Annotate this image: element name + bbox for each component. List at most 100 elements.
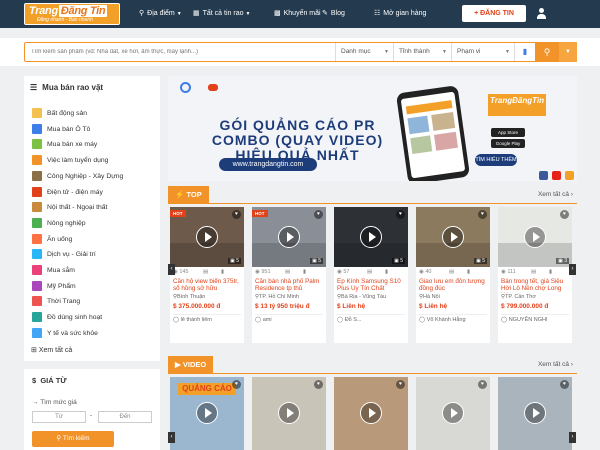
app-store-badge[interactable]: App Store (491, 128, 525, 137)
listing-title[interactable]: Căn hộ view biển 375tr, sổ hồng sở hữu (173, 278, 241, 293)
listing-user[interactable]: ◯ Võ Khánh Hằng (419, 317, 466, 323)
listing-image[interactable]: ♥ ▣ 5 (334, 207, 408, 267)
google-play-badge[interactable]: Google Play (491, 139, 525, 148)
listing-title[interactable]: Bán trong tết, giá Siêu Hời Lô Nền chợ L… (501, 278, 569, 293)
heart-icon[interactable]: ♥ (560, 210, 569, 219)
eye-icon: ◉ (419, 269, 424, 275)
video-thumbnail[interactable]: ♥ (416, 377, 490, 450)
video-card[interactable]: ♥ (252, 377, 326, 450)
video-thumbnail[interactable]: ♥ (334, 377, 408, 450)
carousel-next-arrow[interactable]: › (569, 264, 576, 275)
top-see-all-link[interactable]: Xem tất cả › (538, 191, 573, 198)
price-to-input[interactable]: Đến (98, 411, 152, 423)
heart-icon[interactable]: ♥ (314, 210, 323, 219)
price-search-button[interactable]: ⚲ Tìm kiếm (32, 431, 114, 447)
video-card[interactable]: ♥ (416, 377, 490, 450)
sidebar-category-item[interactable]: Mỹ Phẩm (32, 280, 76, 292)
price-from-input[interactable]: Từ (32, 411, 86, 423)
play-icon[interactable] (278, 226, 300, 248)
video-card[interactable]: ♥ (334, 377, 408, 450)
listing-card[interactable]: ♥ ▣ 5 ◉ 40 ▤ ▮ Giao lưu em đôn tượng đồng đúc… (416, 207, 490, 343)
play-icon[interactable] (196, 226, 218, 248)
chevron-down-icon: ▼ (442, 49, 447, 55)
video-thumbnail[interactable]: QUẢNG CÁO ♥ (170, 377, 244, 450)
play-icon[interactable] (196, 402, 218, 424)
search-options-toggle[interactable]: ▼ (559, 42, 577, 62)
search-button[interactable]: ⚲ (535, 42, 559, 62)
video-next-arrow[interactable]: › (569, 432, 576, 443)
sidebar-category-item[interactable]: Ăn uống (32, 233, 72, 245)
listing-title[interactable]: Giao lưu em đôn tượng đồng đúc (419, 278, 487, 293)
learn-more-button[interactable]: TÌM HIỂU THÊM (475, 154, 517, 166)
video-prev-arrow[interactable]: ‹ (168, 432, 175, 443)
listing-card[interactable]: ♥ ▣ 3 ◉ 111 ▤ ▮ Bán trong tết, giá Siêu Hời L… (498, 207, 572, 343)
video-card[interactable]: ♥ (498, 377, 572, 450)
sidebar-category-item[interactable]: Việc làm tuyển dụng (32, 155, 108, 166)
video-thumbnail[interactable]: ♥ (252, 377, 326, 450)
heart-icon[interactable]: ♥ (560, 380, 569, 389)
video-thumbnail[interactable]: ♥ (498, 377, 572, 450)
listing-user[interactable]: ◯ ami (255, 317, 272, 323)
post-listing-button[interactable]: + ĐĂNG TIN (462, 5, 526, 22)
play-icon[interactable] (360, 226, 382, 248)
site-logo[interactable]: Trang Đăng Tin Đăng nhanh - Bán nhanh (24, 3, 120, 25)
listing-image[interactable]: HOT ♥ ▣ 5 (170, 207, 244, 267)
sidebar-category-item[interactable]: Đồ dùng sinh hoạt (32, 312, 102, 323)
heart-icon[interactable]: ♥ (232, 210, 241, 219)
listing-card[interactable]: ♥ ▣ 5 ◉ 57 ▤ ▮ Ép Kính Samsung S10 Plus Uy Tí… (334, 207, 408, 343)
listing-card[interactable]: HOT ♥ ▣ 5 ◉ 951 ▤ ▮ Căn bán nhà phố Palm Resid… (252, 207, 326, 343)
carousel-prev-arrow[interactable]: ‹ (168, 264, 175, 275)
listing-image[interactable]: ♥ ▣ 3 (498, 207, 572, 267)
heart-icon[interactable]: ♥ (396, 380, 405, 389)
listing-title[interactable]: Căn bán nhà phố Palm Residence tp thủ (255, 278, 323, 293)
listing-image[interactable]: HOT ♥ ▣ 5 (252, 207, 326, 267)
province-select[interactable]: Tỉnh thành ▼ (393, 43, 451, 61)
heart-icon[interactable]: ♥ (396, 210, 405, 219)
play-icon[interactable] (524, 226, 546, 248)
heart-icon[interactable]: ♥ (478, 380, 487, 389)
search-input[interactable] (25, 43, 335, 61)
play-icon[interactable] (442, 226, 464, 248)
facebook-icon[interactable] (539, 171, 548, 180)
play-icon[interactable] (442, 402, 464, 424)
sidebar-see-all[interactable]: ⊞ Xem tất cả (31, 346, 72, 354)
listing-user[interactable]: ◯ lê thành liêm (173, 317, 212, 323)
sidebar-category-item[interactable]: Điện tử - điện máy (32, 186, 103, 198)
website-icon[interactable] (565, 171, 574, 180)
heart-icon[interactable]: ♥ (314, 380, 323, 389)
sidebar-category-item[interactable]: Công Nghiệp - Xây Dựng (32, 170, 123, 182)
heart-icon[interactable]: ♥ (232, 380, 241, 389)
sidebar-category-item[interactable]: Mua bán Ô Tô (32, 123, 90, 135)
listing-image[interactable]: ♥ ▣ 5 (416, 207, 490, 267)
user-icon[interactable] (536, 8, 546, 19)
sidebar-category-item[interactable]: Y tế và sức khỏe (32, 327, 98, 339)
youtube-icon[interactable] (552, 171, 561, 180)
category-select[interactable]: Danh mục ▼ (335, 43, 393, 61)
video-see-all-link[interactable]: Xem tất cả › (538, 361, 573, 368)
play-icon[interactable] (360, 402, 382, 424)
sidebar-category-item[interactable]: Nội thất - Ngoại thất (32, 202, 107, 213)
nav-open-shop[interactable]: ☷ Mở gian hàng (374, 9, 426, 17)
promo-banner[interactable]: GÓI QUẢNG CÁO PR COMBO (QUAY VIDEO) HIỆU… (168, 76, 577, 181)
nav-all-listings[interactable]: ▦ Tất cả tin rao ▼ (193, 9, 250, 17)
sidebar-category-item[interactable]: Dịch vụ - Giải trí (32, 249, 96, 260)
play-icon[interactable] (524, 402, 546, 424)
heart-icon[interactable]: ♥ (478, 210, 487, 219)
nav-location[interactable]: ⚲ Địa điểm ▼ (139, 9, 182, 17)
video-card[interactable]: QUẢNG CÁO ♥ (170, 377, 244, 450)
listing-card[interactable]: HOT ♥ ▣ 5 ◉ 145 ▤ ▮ Căn hộ view biển 375tr, sổ… (170, 207, 244, 343)
hot-badge: HOT (252, 210, 268, 217)
listing-user[interactable]: ◯ Đỗ S... (337, 317, 362, 323)
sidebar-category-item[interactable]: Nông nghiệp (32, 217, 86, 229)
play-icon[interactable] (278, 402, 300, 424)
range-select[interactable]: Phạm vi ▼ (451, 43, 514, 61)
sidebar-category-item[interactable]: Thời Trang (32, 296, 80, 307)
sidebar-category-item[interactable]: Mua bán xe máy (32, 139, 97, 150)
bookmark-icon[interactable]: ▮ (514, 43, 535, 61)
sidebar-category-item[interactable]: Bất động sản (32, 108, 87, 119)
sidebar-category-item[interactable]: Mua sắm (32, 265, 75, 276)
nav-promotions[interactable]: ▩ Khuyến mãi (274, 9, 321, 17)
nav-blog[interactable]: ✎ Blog (322, 9, 345, 17)
listing-user[interactable]: ◯ NGUYỄN NGHI (501, 317, 548, 323)
listing-title[interactable]: Ép Kính Samsung S10 Plus Uy Tín Chất (337, 278, 405, 293)
